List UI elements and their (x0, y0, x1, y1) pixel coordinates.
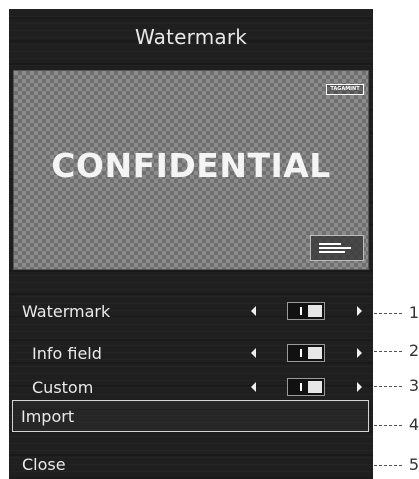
row-info-field-label: Info field (32, 343, 102, 363)
row-info-field[interactable]: Info field (9, 338, 373, 368)
row-custom[interactable]: Custom (9, 372, 373, 402)
callout-1: 1 (374, 303, 419, 323)
import-button[interactable]: Import (12, 400, 369, 432)
dialog-title: Watermark (134, 25, 248, 49)
callout-number: 5 (408, 455, 419, 474)
info-field-toggle[interactable] (287, 344, 325, 362)
callout-4: 4 (374, 415, 419, 435)
toggle-bar (300, 383, 302, 391)
left-arrow-icon[interactable] (251, 382, 256, 392)
callout-3: 3 (374, 376, 419, 396)
callout-number: 1 (408, 303, 419, 322)
callout-line (374, 313, 402, 314)
toggle-bar (300, 307, 302, 315)
preview-tag: TAGAMINT (326, 84, 364, 95)
import-label: Import (21, 407, 75, 426)
callout-line (374, 351, 402, 352)
left-arrow-icon[interactable] (251, 348, 256, 358)
toggle-knob (308, 305, 322, 317)
callout-5: 5 (374, 455, 419, 475)
watermark-dialog: Watermark TAGAMINT CONFIDENTIAL Watermar… (9, 9, 373, 479)
callout-2: 2 (374, 341, 419, 361)
row-watermark[interactable]: Watermark (9, 296, 373, 326)
left-arrow-icon[interactable] (251, 306, 256, 316)
watermark-toggle[interactable] (287, 302, 325, 320)
watermark-preview: TAGAMINT CONFIDENTIAL (13, 70, 369, 270)
custom-toggle[interactable] (287, 378, 325, 396)
info-field-icon (310, 235, 364, 261)
preview-watermark-text: CONFIDENTIAL (51, 146, 331, 185)
close-button[interactable]: Close (9, 449, 373, 479)
close-label: Close (22, 454, 66, 474)
callout-number: 2 (408, 341, 419, 360)
callout-line (374, 425, 402, 426)
toggle-knob (308, 347, 322, 359)
row-watermark-label: Watermark (22, 301, 111, 321)
row-custom-label: Custom (32, 377, 94, 397)
right-arrow-icon[interactable] (357, 348, 362, 358)
callout-number: 4 (408, 415, 419, 434)
callout-line (374, 386, 402, 387)
toggle-bar (300, 349, 302, 357)
right-arrow-icon[interactable] (357, 382, 362, 392)
toggle-knob (308, 381, 322, 393)
callout-line (374, 465, 402, 466)
callout-number: 3 (408, 376, 419, 395)
right-arrow-icon[interactable] (357, 306, 362, 316)
